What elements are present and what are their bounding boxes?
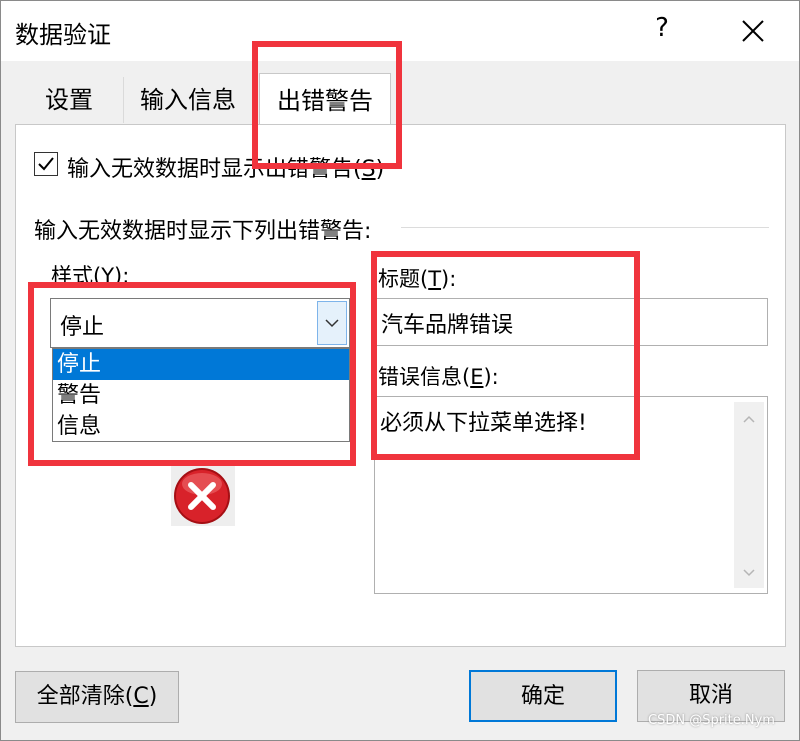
watermark: CSDN @Sprite.Nym [648,713,775,728]
tab-error-alert[interactable]: 出错警告 [259,73,391,126]
close-icon [742,20,764,42]
title-input-value: 汽车品牌错误 [381,313,514,338]
error-message-textarea[interactable]: 必须从下拉菜单选择! [374,396,768,594]
scroll-up-icon[interactable] [742,414,756,424]
stop-error-icon [171,466,235,526]
help-button[interactable]: ? [647,13,677,43]
style-option-stop[interactable]: 停止 [53,349,349,380]
tab-bar: 设置 输入信息 出错警告 [15,73,785,126]
title-label-prefix: 标题( [378,267,429,291]
show-error-alert-label-text: 输入无效数据时显示出错警告( [67,157,362,182]
accesskey-e: E [470,365,484,389]
error-message-label-suffix: ): [483,365,499,389]
accesskey-s: S [361,157,376,182]
section-label: 输入无效数据时显示下列出错警告: [34,219,372,244]
accesskey-c: C [133,684,149,709]
style-option-warning[interactable]: 警告 [53,380,349,411]
accesskey-t: T [428,267,442,291]
style-label: 样式(Y): [51,264,130,288]
style-options-list: 停止 警告 信息 [52,348,350,442]
scroll-down-icon[interactable] [742,568,756,578]
style-dropdown[interactable]: 停止 [50,298,350,348]
show-error-alert-label[interactable]: 输入无效数据时显示出错警告(S) [67,151,384,183]
clear-all-button[interactable]: 全部清除(C) [15,671,179,723]
tab-input-message[interactable]: 输入信息 [123,77,254,123]
close-button[interactable] [733,11,773,51]
clear-all-label: 全部清除( [36,684,134,709]
title-label-suffix: ): [441,267,457,291]
style-option-info[interactable]: 信息 [53,411,349,442]
chevron-down-icon [325,319,339,328]
style-dropdown-value: 停止 [60,315,105,340]
tab-settings[interactable]: 设置 [15,77,124,123]
label-close-paren: ) [375,157,385,182]
ok-button[interactable]: 确定 [469,670,617,722]
checkmark-icon [38,157,54,171]
error-message-value: 必须从下拉菜单选择! [380,411,587,436]
error-message-label: 错误信息(E): [378,361,499,391]
clear-all-label-end: ) [148,684,158,709]
title-input[interactable]: 汽车品牌错误 [374,298,768,346]
section-divider [401,227,769,228]
title-bar: 数据验证 ? [1,1,799,61]
data-validation-dialog: 数据验证 ? 设置 输入信息 出错警告 输入无效数据时显示出错警告(S) 输入无… [0,0,800,741]
dialog-title: 数据验证 [15,21,111,49]
vertical-scrollbar[interactable] [734,402,764,588]
dropdown-arrow-button[interactable] [317,301,347,345]
show-error-alert-checkbox[interactable] [34,152,58,176]
error-message-label-prefix: 错误信息( [378,365,471,389]
title-field-label: 标题(T): [378,263,456,293]
